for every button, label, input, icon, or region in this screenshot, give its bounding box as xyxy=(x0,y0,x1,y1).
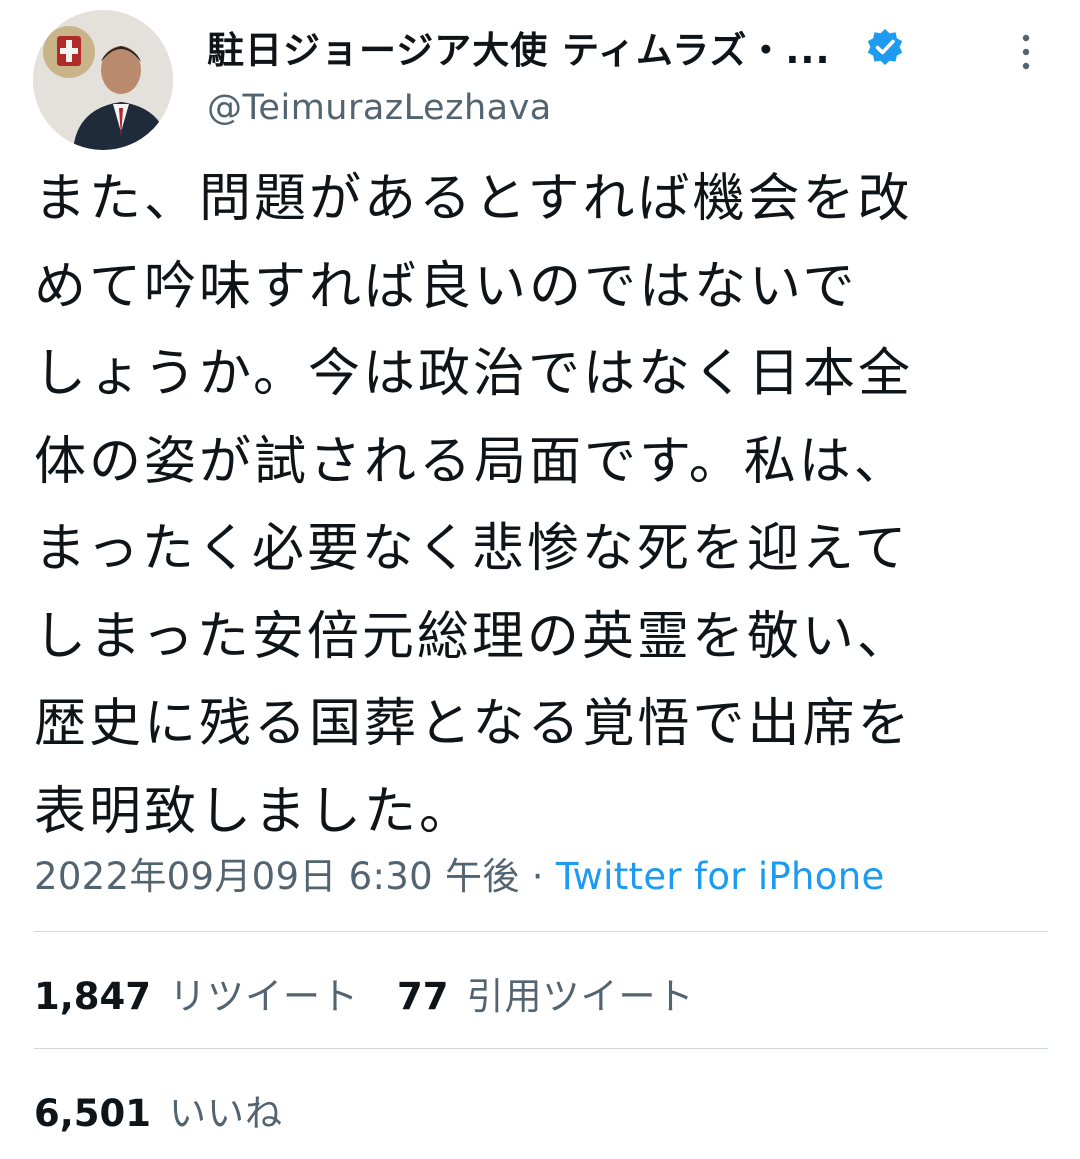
more-vertical-icon[interactable] xyxy=(1016,32,1036,72)
like-count: 6,501 xyxy=(34,1092,152,1135)
tweet-text-line: 体の姿が試される局面です。私は、 xyxy=(34,431,909,492)
engagement-stats-row: 1,847 リツイート 77 引用ツイート xyxy=(34,966,695,1020)
avatar[interactable] xyxy=(33,10,173,150)
divider xyxy=(34,1048,1048,1049)
tweet-text-line: また、問題があるとすれば機会を改 xyxy=(34,169,913,229)
tweet-text-line: 歴史に残る国葬となる覚悟で出席を xyxy=(34,694,913,754)
avatar-image xyxy=(33,10,173,150)
tweet-text-line: 表明致しました。 xyxy=(34,781,475,842)
divider xyxy=(34,931,1048,932)
tweet-text-line: めて吟味すれば良いのではないで xyxy=(34,256,858,317)
tweet-header: 駐日ジョージア大使 ティムラズ・... @TeimurazLezhava xyxy=(0,0,1080,150)
retweet-label: リツイート xyxy=(169,975,360,1018)
metadata-separator: · xyxy=(519,855,556,898)
verified-badge-icon xyxy=(867,29,902,65)
name-row: 駐日ジョージア大使 ティムラズ・... xyxy=(207,20,1007,74)
like-label: いいね xyxy=(169,1092,284,1135)
tweet-text-line: しょうか。今は政治ではなく日本全 xyxy=(34,344,913,404)
retweet-count: 1,847 xyxy=(34,975,152,1018)
quote-tweets-stat[interactable]: 77 引用ツイート xyxy=(397,966,695,1020)
likes-stats-row: 6,501 いいね xyxy=(34,1083,283,1137)
tweet-text-line: しまった安倍元総理の英霊を敬い、 xyxy=(34,606,912,667)
tweet-metadata: 2022年09月09日 6:30 午後 · Twitter for iPhone xyxy=(34,846,885,900)
quote-count: 77 xyxy=(397,975,449,1018)
tweet-source-link[interactable]: Twitter for iPhone xyxy=(556,855,885,898)
likes-stat[interactable]: 6,501 いいね xyxy=(34,1083,283,1137)
tweet-timestamp[interactable]: 2022年09月09日 6:30 午後 xyxy=(34,855,520,898)
tweet-text-line: まったく必要なく悲惨な死を迎えて xyxy=(34,519,910,579)
display-name[interactable]: 駐日ジョージア大使 ティムラズ・... xyxy=(207,20,831,74)
tweet-text: また、問題があるとすれば機会を改 めて吟味すれば良いのではないで しょうか。今は… xyxy=(34,156,1054,856)
retweets-stat[interactable]: 1,847 リツイート xyxy=(34,966,359,1020)
quote-label: 引用ツイート xyxy=(466,975,695,1018)
user-handle[interactable]: @TeimurazLezhava xyxy=(207,88,1007,128)
author-block: 駐日ジョージア大使 ティムラズ・... @TeimurazLezhava xyxy=(207,20,1007,128)
